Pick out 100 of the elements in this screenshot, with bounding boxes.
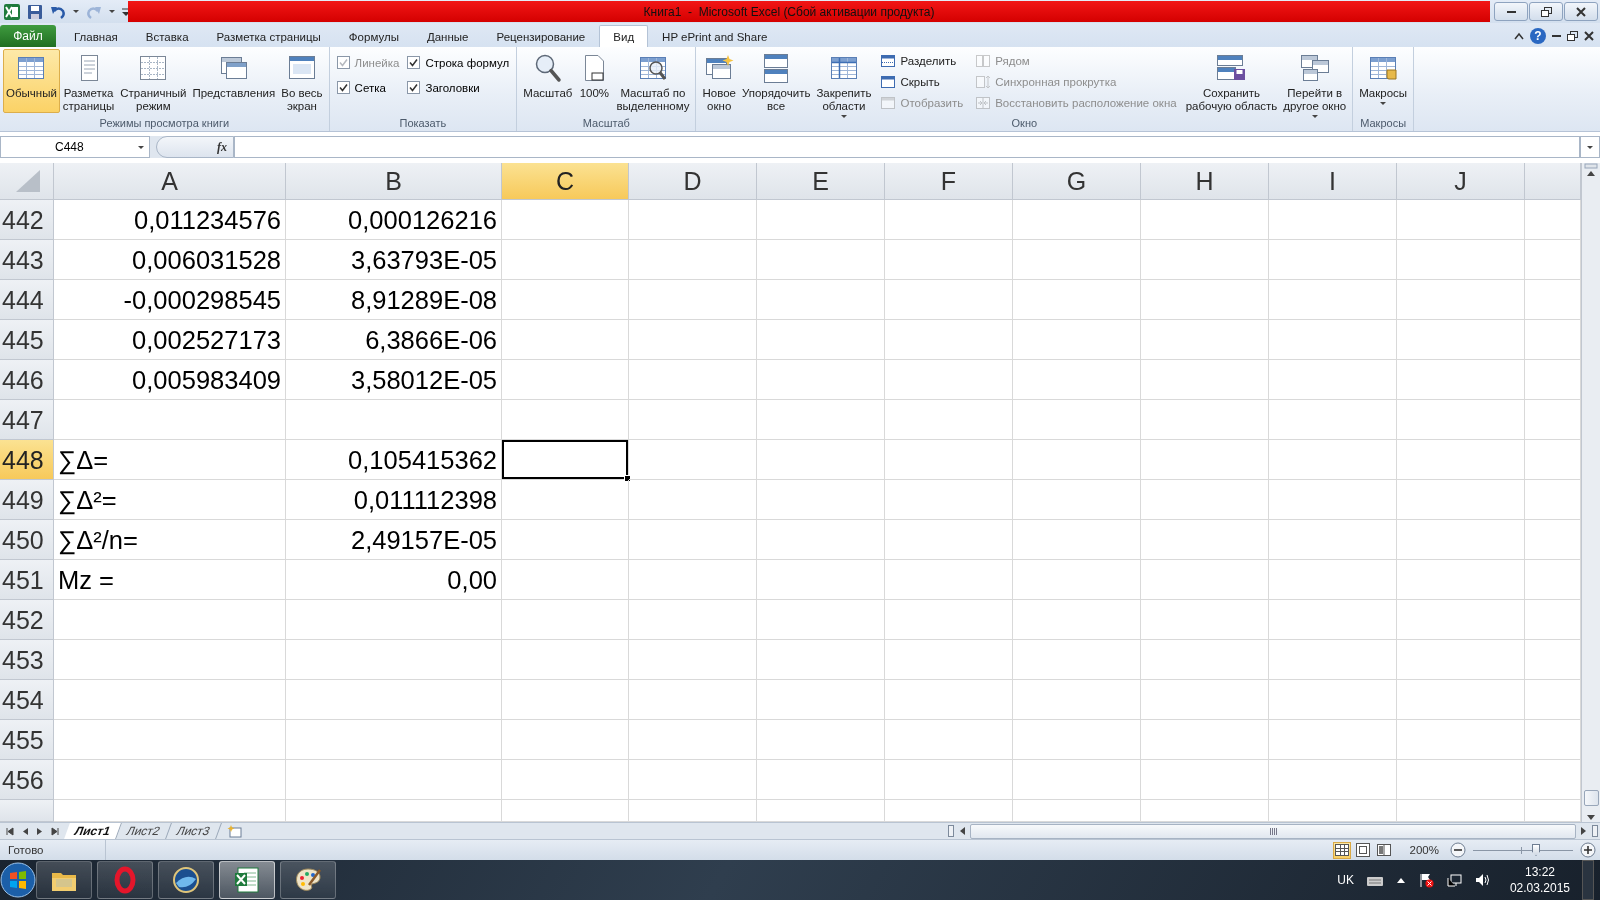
ribbon-button[interactable]: Макросы	[1356, 49, 1411, 113]
view-button[interactable]	[1332, 841, 1351, 859]
first-sheet-icon[interactable]	[6, 826, 14, 836]
row-header[interactable]: 444	[0, 280, 54, 320]
row-header[interactable]: 446	[0, 360, 54, 400]
row-header[interactable]: 456	[0, 760, 54, 800]
ribbon-button[interactable]: Масштаб по выделенному	[613, 49, 693, 113]
column-header[interactable]: I	[1269, 163, 1397, 200]
network-icon[interactable]	[1445, 872, 1462, 888]
close-icon[interactable]	[1584, 31, 1594, 41]
row-header[interactable]: 454	[0, 680, 54, 720]
scroll-thumb[interactable]	[1583, 790, 1599, 806]
formula-input[interactable]	[234, 136, 1580, 158]
scroll-thumb[interactable]	[970, 823, 1576, 839]
active-cell[interactable]	[502, 440, 629, 480]
ribbon-tab[interactable]: Рецензирование	[482, 25, 600, 47]
file-tab[interactable]: Файл	[0, 25, 56, 47]
help-button[interactable]: ?	[1530, 28, 1546, 44]
zoom-slider[interactable]	[1473, 844, 1573, 856]
volume-icon[interactable]	[1473, 872, 1490, 888]
taskbar-button[interactable]	[280, 861, 336, 899]
name-box[interactable]: C448	[0, 136, 150, 158]
last-sheet-icon[interactable]	[51, 826, 59, 836]
caret-icon[interactable]	[137, 144, 145, 150]
customize-icon[interactable]	[121, 5, 131, 18]
checkbox[interactable]	[407, 56, 421, 69]
checkbox-label[interactable]: Заголовки	[425, 81, 480, 94]
checkbox[interactable]	[407, 81, 421, 94]
clock-date[interactable]: 02.03.2015	[1509, 881, 1570, 895]
row-header[interactable]: 443	[0, 240, 54, 280]
scroll-left-icon[interactable]	[958, 826, 966, 836]
close-button[interactable]	[1564, 2, 1598, 21]
row-header[interactable]: 442	[0, 200, 54, 240]
ribbon-button[interactable]: Упорядочить все	[738, 49, 814, 113]
taskbar-button[interactable]	[36, 861, 92, 899]
sheet-tab[interactable]: Лист1	[64, 823, 122, 839]
vertical-scrollbar[interactable]	[1581, 163, 1600, 822]
column-header[interactable]: D	[629, 163, 757, 200]
slider-thumb[interactable]	[1532, 844, 1540, 856]
row-header[interactable]: 445	[0, 320, 54, 360]
minimize-button[interactable]	[1494, 2, 1528, 21]
ribbon-button[interactable]: Сохранить рабочую область	[1182, 49, 1281, 113]
collapse-ribbon-icon[interactable]	[1514, 32, 1524, 40]
ribbon-tab[interactable]: Главная	[60, 25, 132, 47]
zoom-level[interactable]: 200%	[1409, 844, 1439, 856]
restore-button[interactable]	[1529, 2, 1563, 21]
column-header[interactable]: B	[286, 163, 502, 200]
ribbon-button[interactable]: Обычный	[3, 49, 60, 113]
ribbon-button[interactable]: Перейти в другое окно	[1280, 49, 1350, 113]
ribbon-button[interactable]: Во весь экран	[278, 49, 326, 113]
ribbon-tab[interactable]: Разметка страницы	[202, 25, 335, 47]
ribbon-button[interactable]: Разметка страницы	[59, 49, 118, 113]
clock-time[interactable]: 13:22	[1524, 865, 1555, 879]
prev-sheet-icon[interactable]	[21, 826, 29, 836]
insert-function-button[interactable]: fx	[217, 139, 227, 155]
ribbon-button[interactable]: Разделить	[878, 52, 966, 70]
row-header[interactable]: 448	[0, 440, 54, 480]
language-indicator[interactable]: UK	[1337, 873, 1354, 887]
taskbar-button[interactable]	[219, 861, 275, 899]
column-header[interactable]: C	[502, 163, 629, 200]
zoom-in-icon[interactable]	[1580, 842, 1596, 858]
zoom-out-icon[interactable]	[1450, 842, 1466, 858]
row-header[interactable]: 447	[0, 400, 54, 440]
ribbon-tab[interactable]: Вид	[599, 25, 649, 47]
expand-icon[interactable]	[1586, 144, 1594, 150]
ribbon-button[interactable]: Закрепить области	[813, 49, 875, 113]
row-header[interactable]: 450	[0, 520, 54, 560]
taskbar-button[interactable]	[158, 861, 214, 899]
row-header[interactable]: 453	[0, 640, 54, 680]
column-header[interactable]: A	[54, 163, 286, 200]
fill-handle[interactable]	[624, 475, 631, 482]
row-header[interactable]: 451	[0, 560, 54, 600]
ribbon-tab[interactable]: HP ePrint and Share	[648, 25, 782, 47]
save-button[interactable]	[26, 2, 44, 21]
show-hidden-icon[interactable]	[1395, 876, 1406, 884]
ribbon-tab[interactable]: Вставка	[131, 25, 203, 47]
ribbon-tab[interactable]: Данные	[412, 25, 483, 47]
column-header[interactable]: F	[885, 163, 1013, 200]
row-header[interactable]: 452	[0, 600, 54, 640]
view-button[interactable]	[1374, 841, 1393, 859]
flag-error-icon[interactable]	[1417, 872, 1434, 888]
start-orb-icon[interactable]	[0, 862, 36, 898]
next-sheet-icon[interactable]	[36, 826, 44, 836]
ribbon-tab[interactable]: Формулы	[334, 25, 413, 47]
restore-icon[interactable]	[1567, 31, 1578, 41]
checkbox[interactable]	[336, 81, 350, 94]
column-header[interactable]: G	[1013, 163, 1141, 200]
ribbon-button[interactable]: Представления	[189, 49, 279, 113]
row-header[interactable]: 455	[0, 720, 54, 760]
ribbon-button[interactable]: Новое окно	[699, 49, 739, 113]
ribbon-button[interactable]: 100%	[575, 49, 614, 113]
column-header[interactable]: J	[1397, 163, 1525, 200]
checkbox-label[interactable]: Сетка	[354, 81, 386, 94]
view-button[interactable]	[1353, 841, 1372, 859]
row-header[interactable]: 449	[0, 480, 54, 520]
scroll-up-icon[interactable]	[1586, 169, 1596, 179]
checkbox-label[interactable]: Строка формул	[425, 56, 510, 69]
ribbon-button[interactable]: Масштаб	[520, 49, 576, 113]
split-handle-icon[interactable]	[1592, 824, 1598, 838]
ribbon-button[interactable]: Скрыть	[878, 73, 966, 91]
